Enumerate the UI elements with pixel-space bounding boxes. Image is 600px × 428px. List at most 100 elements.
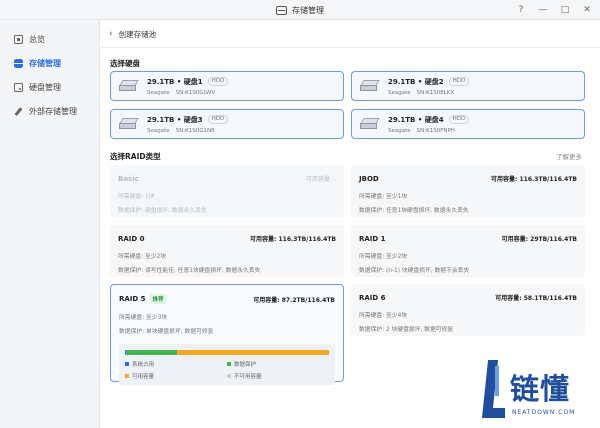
raid-data-protection: 数据保护: 读写性能佳, 任意1块硬盘损坏, 数据永久丢失 — [118, 268, 261, 274]
sidebar-item-label: 总览 — [29, 34, 45, 44]
breadcrumb: ‹ 创建存储池 — [109, 27, 156, 41]
raid-required-disks: 所需硬盘: 至少2块 — [359, 254, 408, 260]
raid-name: JBOD — [359, 174, 379, 183]
legend-swatch — [125, 374, 129, 378]
disk-serial: SN:K1S0G1N8 — [175, 127, 215, 134]
select-disk-heading: 选择硬盘 — [110, 59, 140, 68]
title-bar: 存储管理 ? — □ ✕ — [0, 0, 600, 20]
raid-capacity: 可用容量: 29TB/116.4TB — [501, 236, 577, 243]
legend-item: 数据保护 — [227, 360, 329, 368]
usage-legend: 系统占用 数据保护 可用容量 不可用容量 — [125, 360, 329, 380]
divider — [101, 47, 600, 48]
sidebar-item-label: 存储管理 — [29, 58, 61, 68]
recommended-badge: 推荐 — [149, 294, 167, 304]
raid-name-group: RAID 5 推荐 — [119, 294, 167, 304]
disk-serial: SN:K1S0FNPH — [416, 127, 455, 134]
disk-serial: SN:K1S0GLWV — [175, 89, 216, 96]
window-title-group: 存储管理 — [0, 0, 600, 20]
watermark-en: NEATDOWN.COM — [512, 409, 576, 416]
raid-data-protection: 数据保护: 硬盘损坏, 数据永久丢失 — [118, 208, 207, 214]
raid-required-disks: 所需硬盘: 至少2块 — [118, 254, 167, 260]
usage-segment-available — [176, 350, 329, 355]
overview-icon — [14, 34, 23, 44]
raid-data-protection: 数据保护: 2 块硬盘损坏, 数据可修复 — [359, 327, 454, 333]
hard-disk-icon — [360, 80, 380, 92]
learn-more-link[interactable]: 了解更多 — [556, 151, 582, 161]
raid-type-heading: 选择RAID类型 — [110, 152, 161, 161]
external-storage-icon — [14, 107, 23, 116]
capacity-usage-bar — [125, 350, 329, 355]
disk-card[interactable]: 29.1TB • 硬盘4 HDD Seagate SN:K1S0FNPH — [351, 109, 585, 139]
raid-capacity: 可用容量: 116.3TB/116.4TB — [250, 236, 336, 243]
sidebar-item-disks[interactable]: 硬盘管理 — [0, 75, 99, 99]
maximize-icon[interactable]: □ — [560, 5, 570, 15]
storage-app-icon — [276, 5, 287, 15]
raid-capacity: 可用容量: 87.2TB/116.4TB — [253, 296, 335, 304]
sidebar: 总览 存储管理 硬盘管理 外部存储管理 — [0, 20, 100, 428]
help-icon[interactable]: ? — [516, 5, 526, 15]
raid-required-disks: 所需硬盘: 1块 — [118, 194, 155, 200]
page-title: 创建存储池 — [118, 29, 157, 39]
disk-type-badge: HDD — [207, 77, 229, 86]
capacity-usage-panel: 系统占用 数据保护 可用容量 不可用容量 — [119, 344, 335, 385]
raid-capacity: 可用容量: 116.3TB/116.4TB — [491, 176, 577, 183]
disk-serial: SN:K1S0ELKX — [416, 89, 455, 96]
disk-type-badge: HDD — [207, 115, 229, 124]
legend-label: 数据保护 — [234, 362, 257, 368]
watermark-logo: 链懂 NEATDOWN.COM — [481, 356, 600, 428]
legend-item: 系统占用 — [125, 360, 227, 368]
watermark-cn: 链懂 — [510, 372, 571, 406]
watermark-l-mark — [481, 360, 505, 420]
raid-data-protection: 数据保护: (n-1) 块硬盘损坏, 数据不会丢失 — [359, 268, 470, 274]
disk-card[interactable]: 29.1TB • 硬盘2 HDD Seagate SN:K1S0ELKX — [351, 71, 585, 101]
storage-icon — [14, 58, 23, 68]
raid-option-raid0[interactable]: RAID 0 可用容量: 116.3TB/116.4TB 所需硬盘: 至少2块 … — [110, 225, 344, 277]
disk-vendor: Seagate — [147, 89, 170, 96]
sidebar-item-storage[interactable]: 存储管理 — [0, 51, 99, 75]
legend-label: 不可用容量 — [234, 374, 262, 380]
raid-option-raid5[interactable]: RAID 5 推荐 可用容量: 87.2TB/116.4TB 所需硬盘: 至少3… — [110, 284, 344, 385]
disk-type-badge: HDD — [448, 77, 470, 86]
raid-name: RAID 0 — [118, 234, 145, 243]
legend-label: 可用容量 — [132, 374, 155, 380]
raid-option-jbod[interactable]: JBOD 可用容量: 116.3TB/116.4TB 所需硬盘: 至少1块 数据… — [351, 165, 585, 217]
raid-name: Basic — [118, 174, 139, 183]
window-title: 存储管理 — [292, 5, 324, 15]
disk-card[interactable]: 29.1TB • 硬盘1 HDD Seagate SN:K1S0GLWV — [110, 71, 344, 101]
legend-swatch — [227, 374, 231, 378]
hard-disk-icon — [360, 118, 380, 130]
sidebar-item-label: 外部存储管理 — [29, 106, 77, 116]
legend-label: 系统占用 — [132, 362, 155, 368]
hard-disk-icon — [119, 80, 139, 92]
hard-disk-icon — [119, 118, 139, 130]
minimize-icon[interactable]: — — [538, 5, 548, 15]
raid-option-raid6[interactable]: RAID 6 可用容量: 58.1TB/116.4TB 所需硬盘: 至少4块 数… — [351, 284, 585, 336]
raid-required-disks: 所需硬盘: 至少4块 — [359, 313, 408, 319]
sidebar-item-external-storage[interactable]: 外部存储管理 — [0, 99, 99, 123]
raid-option-raid1[interactable]: RAID 1 可用容量: 29TB/116.4TB 所需硬盘: 至少2块 数据保… — [351, 225, 585, 277]
raid-name: RAID 6 — [359, 293, 386, 302]
disk-name: 29.1TB • 硬盘3 — [147, 115, 203, 124]
raid-data-protection: 数据保护: 单块硬盘损坏, 数据可修复 — [119, 329, 214, 335]
usage-segment-protection — [125, 350, 177, 355]
close-icon[interactable]: ✕ — [582, 5, 592, 15]
legend-item: 不可用容量 — [227, 372, 329, 380]
disk-name: 29.1TB • 硬盘2 — [388, 77, 444, 86]
sidebar-item-overview[interactable]: 总览 — [0, 27, 99, 51]
legend-item: 可用容量 — [125, 372, 227, 380]
legend-swatch — [125, 362, 129, 366]
raid-data-protection: 数据保护: 任意1块硬盘损坏, 数据永久丢失 — [359, 208, 469, 214]
sidebar-item-label: 硬盘管理 — [29, 82, 61, 92]
raid-name: RAID 1 — [359, 234, 386, 243]
disk-name: 29.1TB • 硬盘1 — [147, 77, 203, 86]
disk-vendor: Seagate — [388, 89, 411, 96]
legend-swatch — [227, 362, 231, 366]
disk-vendor: Seagate — [388, 127, 411, 134]
disk-type-badge: HDD — [448, 115, 470, 124]
raid-name: RAID 5 — [119, 295, 146, 303]
window-controls: ? — □ ✕ — [516, 0, 592, 20]
raid-capacity: 可用容量: - — [305, 176, 336, 183]
raid-capacity: 可用容量: 58.1TB/116.4TB — [495, 295, 577, 302]
disk-card[interactable]: 29.1TB • 硬盘3 HDD Seagate SN:K1S0G1N8 — [110, 109, 344, 139]
chevron-left-icon[interactable]: ‹ — [109, 29, 113, 39]
